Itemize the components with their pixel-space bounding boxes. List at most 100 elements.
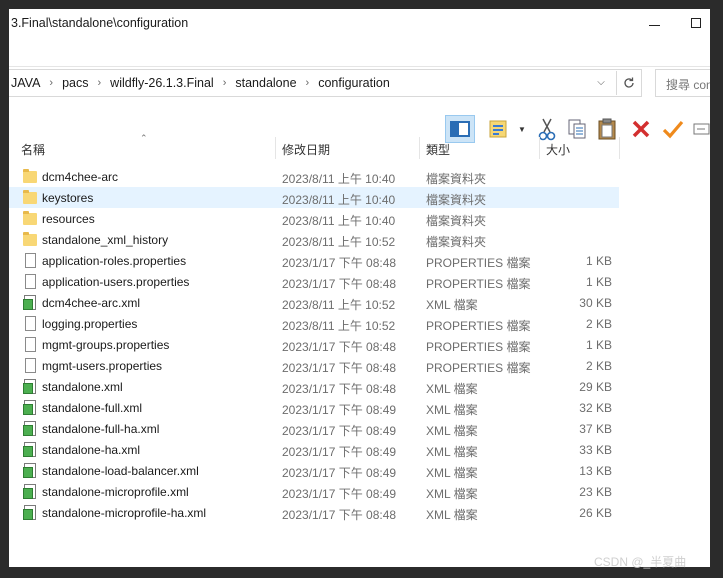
column-divider[interactable] (275, 137, 276, 159)
column-divider[interactable] (619, 137, 620, 159)
file-date: 2023/8/11 上午 10:40 (282, 214, 396, 228)
file-date: 2023/1/17 下午 08:48 (282, 508, 397, 522)
file-type: PROPERTIES 檔案 (426, 361, 531, 375)
breadcrumb-item[interactable]: pacs (62, 76, 88, 90)
file-size: 33 KB (579, 443, 612, 457)
file-size: 1 KB (585, 275, 612, 289)
column-header-type[interactable]: 類型 (426, 141, 450, 158)
file-row[interactable]: standalone-microprofile.xml 2023/1/17 下午 … (9, 481, 619, 502)
minimize-icon (648, 24, 660, 26)
chevron-right-icon[interactable]: › (223, 77, 227, 89)
file-row[interactable]: mgmt-groups.properties 2023/1/17 下午 08:48… (9, 334, 619, 355)
chevron-right-icon[interactable]: › (98, 77, 102, 89)
column-header-name[interactable]: 名稱 (21, 141, 45, 158)
file-type: XML 檔案 (426, 487, 478, 501)
file-type: PROPERTIES 檔案 (426, 340, 531, 354)
file-name: resources (42, 212, 95, 226)
file-type: 檔案資料夾 (426, 172, 487, 186)
file-row[interactable]: dcm4chee-arc.xml 2023/8/11 上午 10:52 XML 檔案… (9, 292, 619, 313)
minimize-button[interactable] (643, 12, 665, 34)
file-row[interactable]: logging.properties 2023/8/11 上午 10:52 PROP… (9, 313, 619, 334)
file-type: XML 檔案 (426, 445, 478, 459)
column-divider[interactable] (539, 137, 540, 159)
column-header-row: ⌃ 名稱 修改日期 類型 大小 (9, 133, 710, 159)
file-name: mgmt-users.properties (42, 359, 163, 373)
search-input[interactable]: 搜尋 con (655, 69, 710, 97)
file-row[interactable]: standalone-full-ha.xml 2023/1/17 下午 08:49… (9, 418, 619, 439)
maximize-icon (691, 18, 701, 28)
file-icon (25, 358, 36, 373)
title-bar: 3.Final\standalone\configuration (9, 9, 710, 37)
search-placeholder: 搜尋 con (666, 78, 710, 92)
file-type: XML 檔案 (426, 403, 478, 417)
explorer-window: 3.Final\standalone\configuration JAVA › … (9, 9, 710, 567)
file-type: PROPERTIES 檔案 (426, 319, 531, 333)
xml-file-icon (23, 442, 36, 457)
xml-file-icon (23, 463, 36, 478)
file-row[interactable]: application-roles.properties 2023/1/17 下午… (9, 250, 619, 271)
file-date: 2023/1/17 下午 08:48 (282, 361, 397, 375)
file-type: XML 檔案 (426, 298, 478, 312)
file-type: 檔案資料夾 (426, 193, 487, 207)
file-icon (25, 316, 36, 331)
file-size: 26 KB (579, 506, 612, 520)
maximize-button[interactable] (685, 12, 707, 34)
file-size: 1 KB (585, 254, 612, 268)
file-size: 37 KB (579, 422, 612, 436)
file-row[interactable]: mgmt-users.properties 2023/1/17 下午 08:48 P… (9, 355, 619, 376)
file-icon (25, 274, 36, 289)
file-date: 2023/1/17 下午 08:48 (282, 382, 397, 396)
layout-pane-icon (450, 121, 470, 137)
breadcrumb-item[interactable]: wildfly-26.1.3.Final (110, 76, 214, 90)
column-header-size[interactable]: 大小 (546, 141, 570, 158)
file-type: XML 檔案 (426, 382, 478, 396)
file-row[interactable]: standalone_xml_history 2023/8/11 上午 10:52… (9, 229, 619, 250)
file-name: logging.properties (42, 317, 138, 331)
sort-ascending-icon: ⌃ (140, 133, 148, 143)
file-type: PROPERTIES 檔案 (426, 277, 531, 291)
file-date: 2023/8/11 上午 10:40 (282, 193, 396, 207)
watermark: CSDN @_半夏曲 (594, 555, 687, 569)
file-name: standalone-full-ha.xml (42, 422, 160, 436)
file-size: 13 KB (579, 464, 612, 478)
file-size: 2 KB (585, 317, 612, 331)
address-bar[interactable]: JAVA › pacs › wildfly-26.1.3.Final › sta… (9, 69, 642, 97)
chevron-down-icon[interactable]: ⌵ (594, 76, 608, 90)
file-row[interactable]: application-users.properties 2023/1/17 下午… (9, 271, 619, 292)
breadcrumb-item[interactable]: configuration (318, 76, 390, 90)
file-row[interactable]: dcm4chee-arc 2023/8/11 上午 10:40 檔案資料夾 (9, 166, 619, 187)
checkmark-icon (662, 120, 684, 139)
chevron-right-icon[interactable]: › (306, 77, 310, 89)
file-row[interactable]: standalone-microprofile-ha.xml 2023/1/17 … (9, 502, 619, 523)
folder-icon (23, 232, 37, 246)
file-type: 檔案資料夾 (426, 235, 487, 249)
breadcrumb-item[interactable]: standalone (235, 76, 296, 90)
file-row[interactable]: keystores 2023/8/11 上午 10:40 檔案資料夾 (9, 187, 619, 208)
file-date: 2023/1/17 下午 08:49 (282, 466, 397, 480)
file-name: standalone_xml_history (42, 233, 169, 247)
file-date: 2023/1/17 下午 08:49 (282, 403, 397, 417)
xml-file-icon (23, 484, 36, 499)
file-row[interactable]: standalone-full.xml 2023/1/17 下午 08:49 XML… (9, 397, 619, 418)
file-type: XML 檔案 (426, 424, 478, 438)
file-row[interactable]: standalone-ha.xml 2023/1/17 下午 08:49 XML 檔… (9, 439, 619, 460)
file-row[interactable]: standalone.xml 2023/1/17 下午 08:48 XML 檔案 29… (9, 376, 619, 397)
column-header-date[interactable]: 修改日期 (282, 141, 330, 158)
chevron-right-icon[interactable]: › (49, 77, 53, 89)
breadcrumb: JAVA › pacs › wildfly-26.1.3.Final › sta… (11, 76, 390, 90)
divider (9, 66, 710, 67)
breadcrumb-item[interactable]: JAVA (11, 76, 40, 90)
file-row[interactable]: standalone-load-balancer.xml 2023/1/17 下午… (9, 460, 619, 481)
column-divider[interactable] (419, 137, 420, 159)
file-size: 30 KB (579, 296, 612, 310)
file-name: dcm4chee-arc.xml (42, 296, 141, 310)
file-name: standalone-microprofile-ha.xml (42, 506, 207, 520)
file-type: XML 檔案 (426, 466, 478, 480)
file-name: standalone-full.xml (42, 401, 143, 415)
file-date: 2023/8/11 上午 10:40 (282, 172, 396, 186)
caret-down-icon: ▼ (518, 124, 526, 134)
refresh-icon (623, 77, 634, 88)
file-name: application-users.properties (42, 275, 190, 289)
refresh-button[interactable] (616, 71, 640, 95)
file-row[interactable]: resources 2023/8/11 上午 10:40 檔案資料夾 (9, 208, 619, 229)
